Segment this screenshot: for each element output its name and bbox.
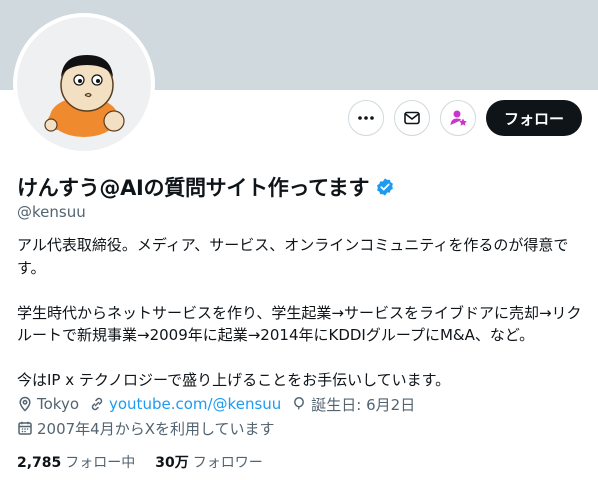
calendar-icon	[18, 421, 32, 435]
birthday: 誕生日: 6月2日	[291, 394, 415, 415]
following-count: 2,785	[17, 455, 62, 471]
profile-actions: フォロー	[347, 100, 582, 136]
birthday-text: 誕生日: 6月2日	[311, 395, 416, 414]
joined-text: 2007年4月からXを利用しています	[37, 419, 275, 438]
profile-meta: Tokyo youtube.com/@kensuu 誕生日: 6月2日 2007…	[17, 393, 587, 441]
website-link[interactable]: youtube.com/@kensuu	[109, 395, 281, 413]
location: Tokyo	[17, 395, 79, 413]
link-icon	[91, 397, 103, 411]
subscribe-icon	[450, 110, 467, 126]
bio-paragraph: アル代表取締役。メディア、サービス、オンラインコミュニティを作るのが得意です。	[17, 236, 569, 277]
joined-date: 2007年4月からXを利用しています	[17, 418, 275, 439]
more-icon	[358, 116, 374, 120]
message-icon	[404, 111, 420, 125]
birthday-icon	[294, 397, 305, 410]
bio-paragraph: 今はIP x テクノロジーで盛り上げることをお手伝いしています。	[17, 371, 451, 389]
display-name: けんすう@AIの質問サイト作ってます	[17, 176, 370, 200]
user-handle: @kensuu	[17, 203, 86, 221]
location-text: Tokyo	[37, 395, 79, 413]
following-link[interactable]: 2,785 フォロー中	[17, 452, 135, 472]
followers-link[interactable]: 30万 フォロワー	[155, 452, 262, 472]
verified-badge-icon[interactable]	[375, 177, 395, 197]
profile-bio: アル代表取締役。メディア、サービス、オンラインコミュニティを作るのが得意です。 …	[17, 234, 582, 392]
avatar[interactable]	[13, 13, 155, 155]
follow-button[interactable]: フォロー	[485, 100, 582, 136]
location-icon	[19, 396, 31, 412]
followers-label: フォロワー	[192, 455, 263, 471]
more-button[interactable]	[347, 100, 384, 136]
follow-stats: 2,785 フォロー中 30万 フォロワー	[17, 452, 263, 472]
following-label: フォロー中	[65, 455, 136, 471]
name-row: けんすう@AIの質問サイト作ってます	[17, 172, 395, 202]
message-button[interactable]	[393, 100, 430, 136]
subscribe-button[interactable]	[439, 100, 476, 136]
bio-paragraph: 学生時代からネットサービスを作り、学生起業→サービスをライブドアに売却→リクルー…	[17, 303, 582, 345]
website[interactable]: youtube.com/@kensuu	[89, 395, 281, 413]
followers-count: 30万	[155, 455, 189, 471]
avatar-illustration	[44, 55, 125, 137]
